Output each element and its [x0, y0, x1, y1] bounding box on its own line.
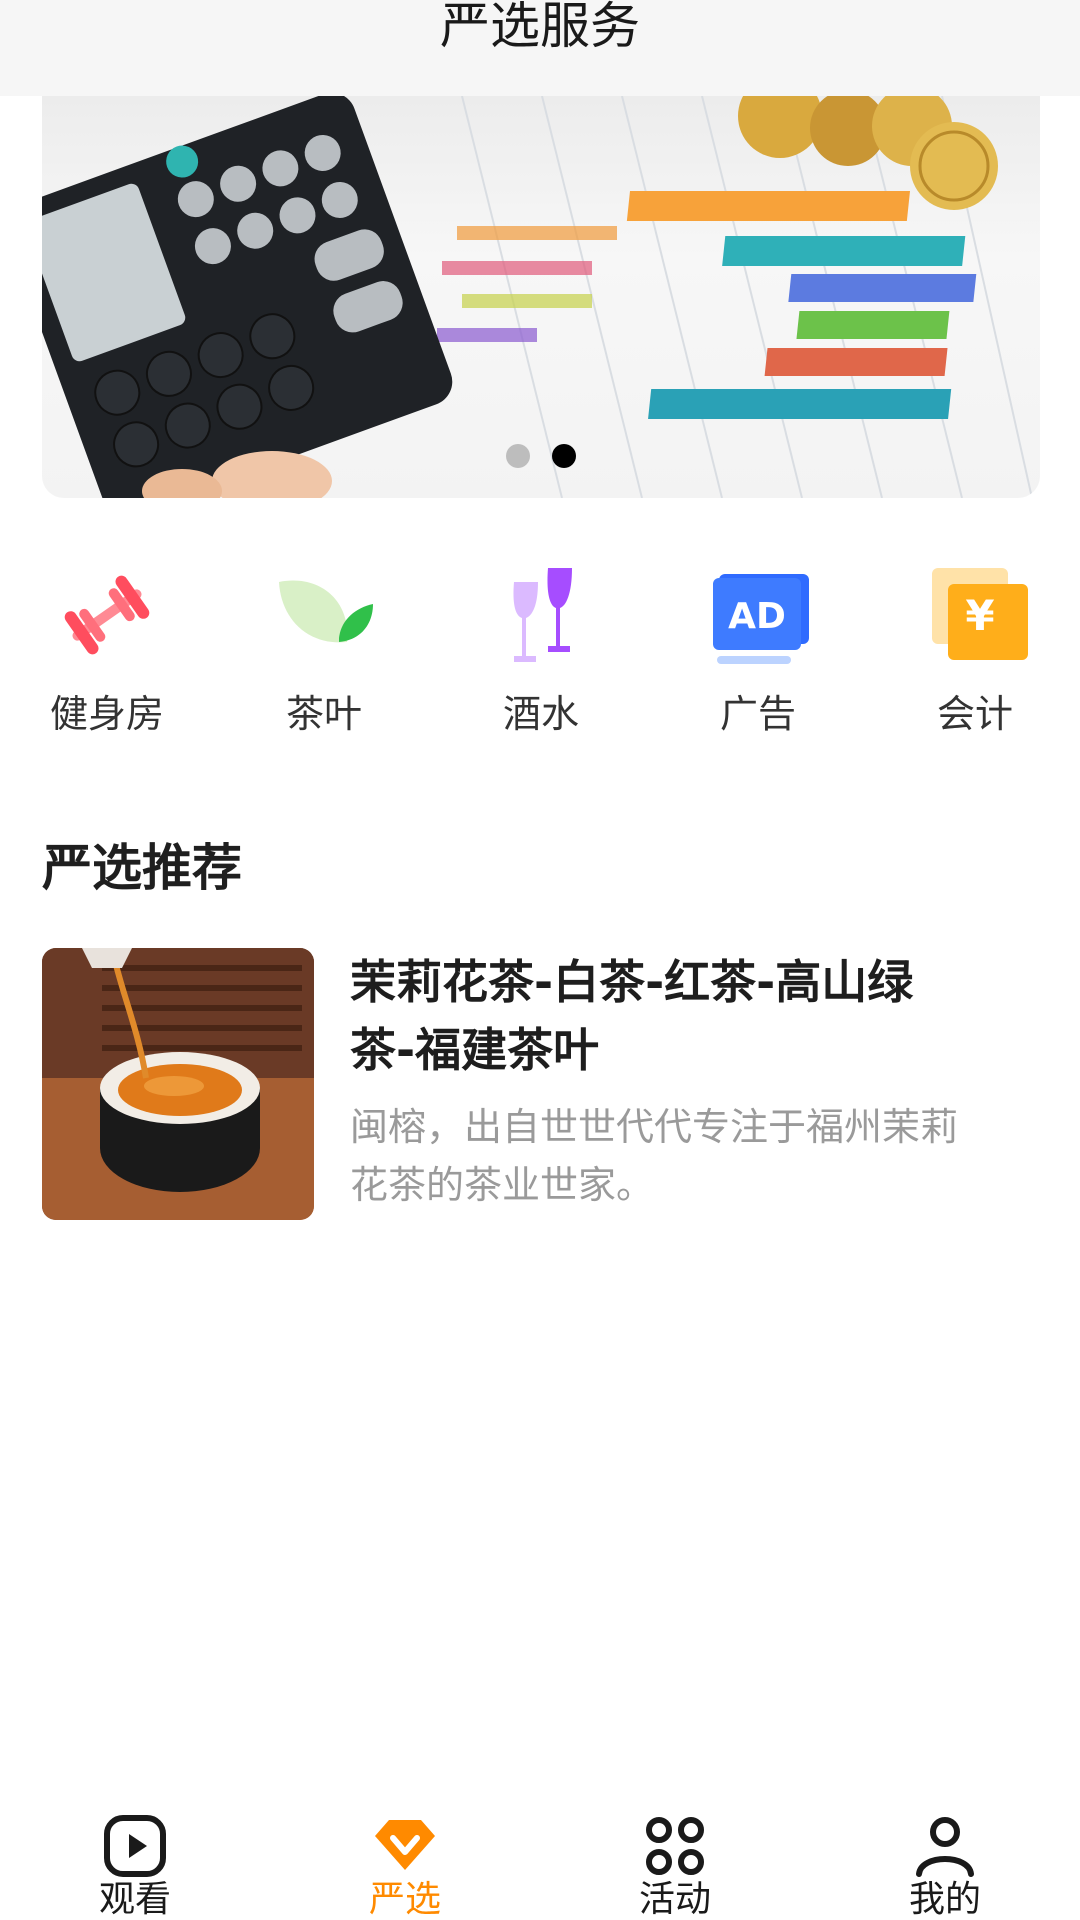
tea-cup-thumbnail [42, 948, 314, 1220]
category-ad[interactable]: AD 广告 [683, 560, 833, 736]
tab-label: 严选 [368, 1879, 441, 1920]
dumbbell-icon [52, 560, 162, 670]
banner-image [42, 96, 1033, 498]
grid-icon [643, 1814, 707, 1878]
category-drinks[interactable]: 酒水 [466, 560, 616, 736]
recommend-item-desc: 闽榕，出自世世代代专注于福州茉莉花茶的茶业世家。 [350, 1105, 959, 1207]
category-label: 会计 [936, 692, 1013, 736]
banner-carousel[interactable] [42, 96, 1040, 498]
tab-label: 我的 [908, 1879, 981, 1920]
play-icon [103, 1814, 167, 1878]
category-label: 广告 [719, 692, 796, 736]
carousel-indicator [506, 444, 576, 468]
tab-activity[interactable]: 活动 [595, 1814, 755, 1920]
wine-glass-icon [486, 560, 596, 670]
recommend-item-title: 茉莉花茶-白茶-红茶-高山绿茶-福建茶叶 [350, 955, 914, 1077]
ad-icon-text: AD [728, 596, 786, 637]
carousel-dot[interactable] [506, 444, 530, 468]
yen-icon: ¥ [920, 560, 1030, 670]
tab-watch[interactable]: 观看 [55, 1814, 215, 1920]
category-grid: 健身房 茶叶 酒水 AD 广告 ¥ 会计 [0, 560, 1080, 740]
top-app-bar: 严选服务 [0, 0, 1080, 96]
tab-mine[interactable]: 我的 [865, 1814, 1025, 1920]
tea-leaf-icon [269, 560, 379, 670]
tab-select[interactable]: 严选 [325, 1814, 485, 1920]
tab-label: 活动 [638, 1879, 711, 1920]
category-label: 茶叶 [285, 692, 362, 736]
yen-icon-text: ¥ [965, 591, 994, 640]
carousel-dot-active[interactable] [552, 444, 576, 468]
person-icon [913, 1814, 977, 1878]
category-tea[interactable]: 茶叶 [249, 560, 399, 736]
category-accounting[interactable]: ¥ 会计 [900, 560, 1050, 736]
category-label: 健身房 [49, 692, 164, 736]
page-title: 严选服务 [440, 0, 640, 55]
bottom-tab-bar: 观看 严选 活动 我的 [0, 1800, 1080, 1920]
recommend-item-card[interactable]: 茉莉花茶-白茶-红茶-高山绿茶-福建茶叶 闽榕，出自世世代代专注于福州茉莉花茶的… [42, 948, 1052, 1220]
select-icon [373, 1814, 437, 1878]
ad-icon: AD [703, 560, 813, 670]
tab-label: 观看 [98, 1879, 171, 1920]
category-label: 酒水 [502, 692, 579, 736]
section-title-recommend: 严选推荐 [42, 839, 242, 897]
category-gym[interactable]: 健身房 [32, 560, 182, 736]
